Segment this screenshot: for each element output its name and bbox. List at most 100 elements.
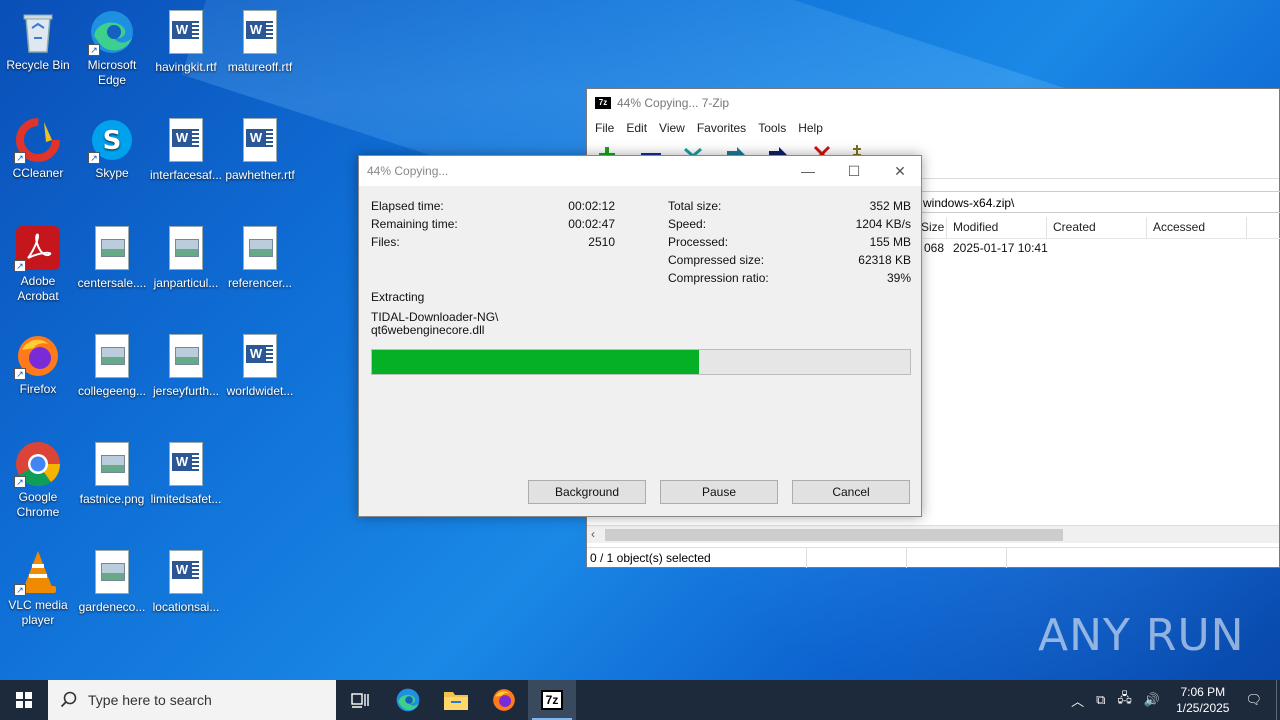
search-icon	[60, 691, 77, 708]
background-button[interactable]: Background	[528, 480, 646, 504]
scroll-left-icon[interactable]: ‹	[591, 527, 595, 541]
pause-button[interactable]: Pause	[660, 480, 778, 504]
desktop-icon-word-file[interactable]: W limitedsafet...	[148, 440, 224, 507]
notifications-icon[interactable]: 🗨	[1245, 692, 1262, 708]
desktop-icon-adobe-acrobat[interactable]: ↗ Adobe Acrobat	[0, 224, 76, 304]
word-document-icon: W	[162, 10, 210, 58]
total-size-label: Total size:	[668, 199, 722, 213]
copy-progress-dialog[interactable]: 44% Copying... — ☐ ✕ Elapsed time: 00:02…	[358, 155, 922, 517]
menu-file[interactable]: File	[595, 121, 614, 135]
menu-tools[interactable]: Tools	[758, 121, 786, 135]
desktop-icon-image-file[interactable]: referencer...	[222, 224, 298, 291]
desktop-icon-word-file[interactable]: W matureoff.rtf	[222, 8, 298, 75]
window-titlebar[interactable]: 7z 44% Copying... 7-Zip	[587, 89, 1279, 117]
word-document-icon: W	[236, 118, 284, 166]
desktop-icon-ccleaner[interactable]: ↗ CCleaner	[0, 116, 76, 181]
maximize-icon[interactable]: ☐	[831, 156, 877, 186]
menu-edit[interactable]: Edit	[626, 121, 647, 135]
current-file: qt6webenginecore.dll	[371, 323, 485, 337]
chrome-icon: ↗	[14, 440, 62, 488]
desktop-icon-image-file[interactable]: fastnice.png	[74, 440, 150, 507]
shortcut-arrow-icon: ↗	[14, 260, 26, 272]
word-document-icon: W	[162, 118, 210, 166]
desktop-icon-image-file[interactable]: collegeeng...	[74, 332, 150, 399]
status-bar: 0 / 1 object(s) selected	[587, 547, 1279, 568]
cancel-button[interactable]: Cancel	[792, 480, 910, 504]
close-icon[interactable]: ✕	[877, 156, 923, 186]
desktop-icon-edge[interactable]: ↗ Microsoft Edge	[74, 8, 150, 88]
menu-favorites[interactable]: Favorites	[697, 121, 746, 135]
icon-label: jerseyfurth...	[152, 384, 220, 398]
minimize-icon[interactable]: —	[785, 156, 831, 186]
desktop-icon-word-file[interactable]: W locationsai...	[148, 548, 224, 615]
desktop-icon-firefox[interactable]: ↗ Firefox	[0, 332, 76, 397]
total-size-value: 352 MB	[869, 199, 911, 213]
icon-label: VLC media player	[8, 598, 68, 627]
7zip-icon: 7z	[540, 690, 564, 710]
horizontal-scrollbar[interactable]: ‹	[587, 525, 1279, 543]
shortcut-arrow-icon: ↗	[14, 584, 26, 596]
firefox-icon	[493, 689, 515, 711]
firefox-icon: ↗	[14, 332, 62, 380]
menu-view[interactable]: View	[659, 121, 685, 135]
taskbar-file-explorer[interactable]	[432, 680, 480, 720]
desktop-icon-vlc[interactable]: ↗ VLC media player	[0, 548, 76, 628]
shortcut-arrow-icon: ↗	[88, 44, 100, 56]
menu-bar: File Edit View Favorites Tools Help	[587, 117, 1279, 139]
compression-ratio-value: 39%	[886, 271, 911, 285]
icon-label: Recycle Bin	[6, 58, 70, 72]
menu-help[interactable]: Help	[798, 121, 823, 135]
desktop-icon-image-file[interactable]: gardeneco...	[74, 548, 150, 615]
current-path: TIDAL-Downloader-NG\	[371, 310, 499, 324]
word-document-icon: W	[236, 334, 284, 382]
icon-label: Adobe Acrobat	[17, 274, 59, 303]
elapsed-value: 00:02:12	[568, 199, 615, 213]
column-accessed[interactable]: Accessed	[1147, 217, 1247, 238]
desktop-icon-skype[interactable]: S ↗ Skype	[74, 116, 150, 181]
compressed-size-label: Compressed size:	[668, 253, 765, 267]
scrollbar-thumb[interactable]	[605, 529, 1063, 541]
volume-icon[interactable]: 🔊	[1144, 692, 1160, 708]
desktop-icon-image-file[interactable]: jerseyfurth...	[148, 332, 224, 399]
address-bar[interactable]: windows-x64.zip\	[917, 191, 1280, 213]
desktop-icon-word-file[interactable]: W pawhether.rtf	[222, 116, 298, 183]
clock-time: 7:06 PM	[1180, 685, 1226, 699]
icon-label: Firefox	[19, 382, 57, 396]
taskbar-search-box[interactable]: Type here to search	[48, 680, 336, 720]
processed-label: Processed:	[668, 235, 729, 249]
column-headers: Size Modified Created Accessed	[917, 217, 1280, 239]
task-view-button[interactable]	[336, 680, 384, 720]
desktop-icon-word-file[interactable]: W worldwidet...	[222, 332, 298, 399]
column-modified[interactable]: Modified	[947, 217, 1047, 238]
progress-bar	[371, 349, 911, 375]
start-button[interactable]	[0, 680, 48, 720]
taskbar-edge[interactable]	[384, 680, 432, 720]
desktop-icon-recycle-bin[interactable]: Recycle Bin	[0, 8, 76, 73]
status-cell	[907, 548, 1007, 568]
ccleaner-icon: ↗	[14, 116, 62, 164]
show-hidden-icons-chevron-icon[interactable]: ︿	[1071, 691, 1084, 710]
icon-label: havingkit.rtf	[155, 60, 217, 74]
show-desktop-button[interactable]	[1276, 680, 1280, 720]
taskbar-7zip[interactable]: 7z	[528, 680, 576, 720]
meet-now-icon[interactable]: ⧉	[1096, 692, 1105, 708]
icon-label: matureoff.rtf	[227, 60, 293, 74]
file-row[interactable]: 068 2025-01-17 10:41	[917, 241, 1077, 255]
selection-status: 0 / 1 object(s) selected	[587, 548, 807, 568]
shortcut-arrow-icon: ↗	[14, 152, 26, 164]
icon-label: CCleaner	[12, 166, 64, 180]
clock[interactable]: 7:06 PM 1/25/2025	[1176, 684, 1229, 716]
icon-label: Skype	[95, 166, 129, 180]
desktop-icon-word-file[interactable]: W interfacesaf...	[148, 116, 224, 183]
desktop-icon-google-chrome[interactable]: ↗ Google Chrome	[0, 440, 76, 520]
desktop-icon-word-file[interactable]: W havingkit.rtf	[148, 8, 224, 75]
task-view-icon	[351, 693, 369, 708]
desktop-icon-image-file[interactable]: centersale....	[74, 224, 150, 291]
speed-label: Speed:	[668, 217, 707, 231]
speed-value: 1204 KB/s	[855, 217, 911, 231]
status-cell	[1007, 548, 1279, 568]
network-icon[interactable]: 🖧	[1117, 689, 1132, 711]
desktop-icon-image-file[interactable]: janparticul...	[148, 224, 224, 291]
column-created[interactable]: Created	[1047, 217, 1147, 238]
taskbar-firefox[interactable]	[480, 680, 528, 720]
